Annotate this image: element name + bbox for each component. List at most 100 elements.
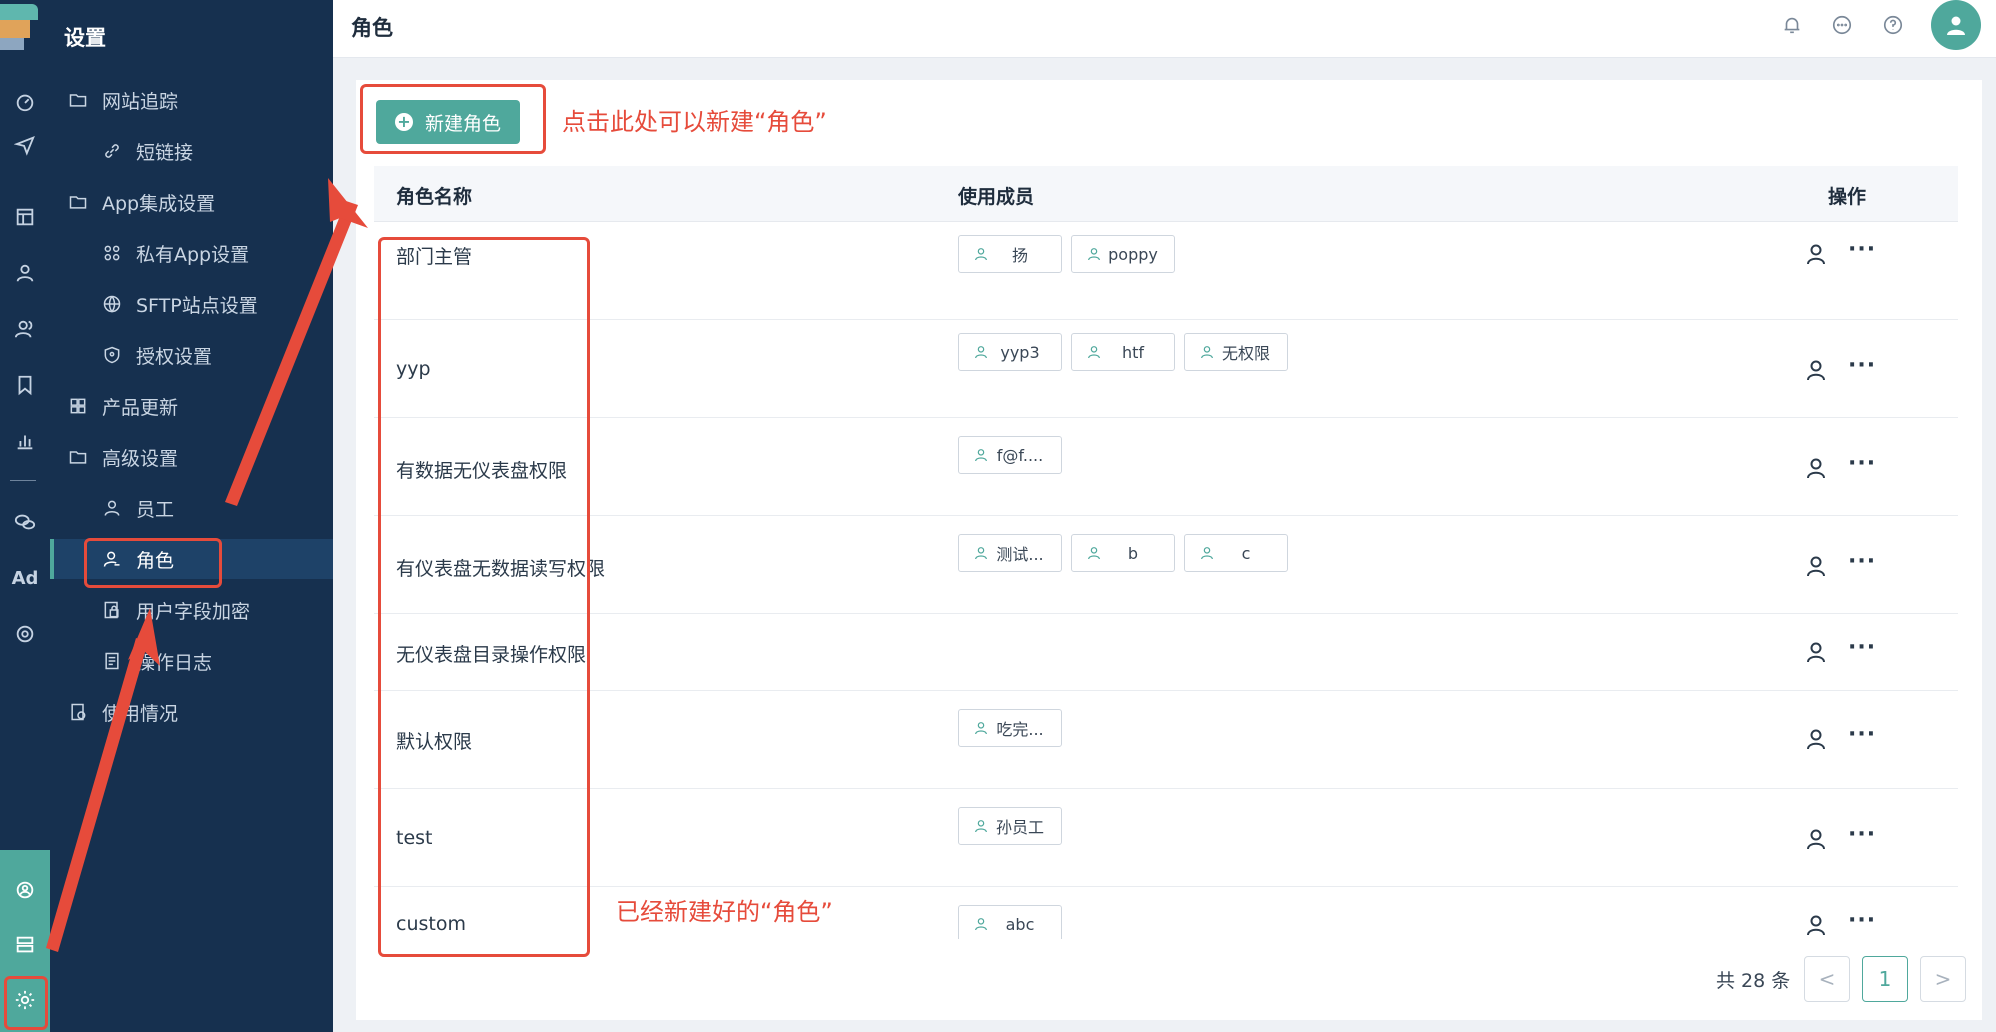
page-1-button[interactable]: 1	[1862, 956, 1908, 1002]
folder-icon	[66, 190, 90, 214]
wechat-icon[interactable]	[0, 502, 50, 542]
member-icon	[1088, 248, 1100, 261]
member-chip[interactable]: 吃完...	[958, 709, 1062, 747]
assign-members-icon[interactable]	[1804, 727, 1828, 751]
log-icon	[100, 649, 124, 673]
sidebar-item-authorization[interactable]: 授权设置	[50, 335, 333, 375]
sidebar-item-short-link[interactable]: 短链接	[50, 131, 333, 171]
user-icon[interactable]	[0, 253, 50, 293]
assign-members-icon[interactable]	[1804, 913, 1828, 937]
member-icon	[1201, 346, 1213, 359]
pagination-total: 共 28 条	[1716, 970, 1791, 992]
member-chip[interactable]: abc	[958, 905, 1062, 939]
sidebar-item-private-app[interactable]: 私有App设置	[50, 233, 333, 273]
team-icon[interactable]	[0, 870, 50, 910]
sidebar-item-label: 使用情况	[102, 702, 179, 725]
table-row: custom abc ···	[374, 887, 1958, 939]
member-chip[interactable]: 孙员工	[958, 807, 1062, 845]
table-header: 角色名称 使用成员 操作	[374, 166, 1958, 222]
help-icon[interactable]	[1880, 12, 1906, 38]
table-row: 无仪表盘目录操作权限 ···	[374, 614, 1958, 691]
bookmark-icon[interactable]	[0, 365, 50, 405]
shield-icon	[100, 343, 124, 367]
sidebar-item-employees[interactable]: 员工	[50, 488, 333, 528]
member-icon	[1088, 346, 1100, 359]
users-icon[interactable]	[0, 309, 50, 349]
more-icon[interactable]: ···	[1848, 637, 1875, 666]
sidebar-item-advanced[interactable]: 高级设置	[50, 437, 333, 477]
column-header-actions: 操作	[1828, 186, 1867, 208]
sidebar-item-label: 私有App设置	[136, 243, 250, 266]
role-names-highlight-box	[378, 237, 590, 957]
table-row: test 孙员工 ···	[374, 789, 1958, 887]
member-chip[interactable]: yyp3	[958, 333, 1062, 371]
member-icon	[975, 820, 987, 833]
assign-members-icon[interactable]	[1804, 554, 1828, 578]
user-icon	[100, 496, 124, 520]
sidebar-item-label: 用户字段加密	[136, 600, 251, 623]
layout-icon[interactable]	[0, 197, 50, 237]
link-icon	[100, 139, 124, 163]
member-chip[interactable]: 无权限	[1184, 333, 1288, 371]
usage-icon	[66, 700, 90, 724]
assign-members-icon[interactable]	[1804, 640, 1828, 664]
sidebar-item-product-updates[interactable]: 产品更新	[50, 386, 333, 426]
column-header-role-name: 角色名称	[396, 186, 473, 208]
active-indicator	[50, 539, 54, 579]
bar-chart-icon[interactable]	[0, 421, 50, 461]
sidebar-item-sftp[interactable]: SFTP站点设置	[50, 284, 333, 324]
chat-icon[interactable]	[1829, 12, 1855, 38]
more-icon[interactable]: ···	[1848, 355, 1875, 384]
table-row: 默认权限 吃完... ···	[374, 691, 1958, 789]
sidebar-item-usage[interactable]: 使用情况	[50, 692, 333, 732]
new-role-highlight-box	[360, 84, 546, 154]
member-icon	[975, 248, 987, 261]
page-title: 角色	[351, 16, 393, 40]
assign-members-icon[interactable]	[1804, 358, 1828, 382]
more-icon[interactable]: ···	[1848, 551, 1875, 580]
ad-icon[interactable]: Ad	[0, 558, 50, 598]
sidebar-item-app-integration[interactable]: App集成设置	[50, 182, 333, 222]
sidebar-item-label: 授权设置	[136, 345, 213, 368]
avatar[interactable]	[1931, 0, 1981, 50]
assign-members-icon[interactable]	[1804, 456, 1828, 480]
sidebar-item-operation-log[interactable]: 操作日志	[50, 641, 333, 681]
member-chip[interactable]: b	[1071, 534, 1175, 572]
member-chip[interactable]: c	[1184, 534, 1288, 572]
rail-divider	[10, 480, 36, 481]
next-page-button[interactable]: >	[1920, 956, 1966, 1002]
member-icon	[975, 346, 987, 359]
sidebar-item-field-encryption[interactable]: 用户字段加密	[50, 590, 333, 630]
bell-icon[interactable]	[1779, 12, 1805, 38]
settings-sidebar: 设置 网站追踪 短链接 App集成设置 私有App设置 SFTP站点设置 授权设…	[50, 0, 333, 1032]
assign-members-icon[interactable]	[1804, 827, 1828, 851]
server-icon[interactable]	[0, 925, 50, 965]
member-chip[interactable]: f@f....	[958, 436, 1062, 474]
prev-page-button[interactable]: <	[1804, 956, 1850, 1002]
column-header-members: 使用成员	[958, 186, 1035, 208]
more-icon[interactable]: ···	[1848, 453, 1875, 482]
more-icon[interactable]: ···	[1848, 824, 1875, 853]
sidebar-item-label: 短链接	[136, 141, 194, 164]
member-chip[interactable]: poppy	[1071, 235, 1175, 273]
member-chip[interactable]: 扬	[958, 235, 1062, 273]
circle-progress-icon[interactable]	[0, 614, 50, 654]
assign-members-icon[interactable]	[1804, 242, 1828, 266]
dashboard-icon[interactable]	[0, 82, 50, 122]
send-icon[interactable]	[0, 125, 50, 165]
sidebar-item-label: 产品更新	[102, 396, 179, 419]
more-icon[interactable]: ···	[1848, 910, 1875, 939]
member-icon	[975, 722, 987, 735]
more-icon[interactable]: ···	[1848, 724, 1875, 753]
more-icon[interactable]: ···	[1848, 239, 1875, 268]
sidebar-item-website-tracking[interactable]: 网站追踪	[50, 80, 333, 120]
sidebar-item-label: 操作日志	[136, 651, 213, 674]
app-logo	[0, 0, 38, 52]
sidebar-title: 设置	[64, 26, 106, 50]
command-icon	[100, 241, 124, 265]
member-chip[interactable]: 测试...	[958, 534, 1062, 572]
member-chip[interactable]: htf	[1071, 333, 1175, 371]
table-row: 有数据无仪表盘权限 f@f.... ···	[374, 418, 1958, 516]
sidebar-item-label: 员工	[136, 498, 175, 521]
member-icon	[975, 918, 987, 931]
